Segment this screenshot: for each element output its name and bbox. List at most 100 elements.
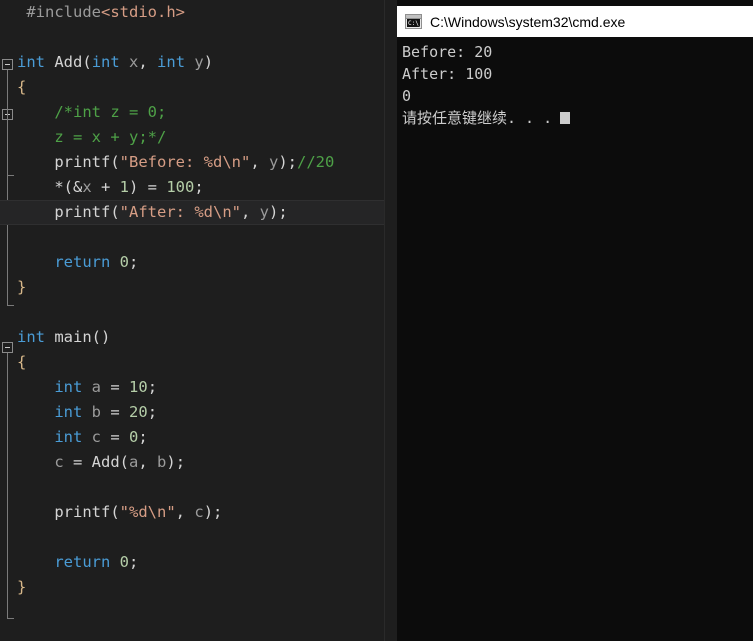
code-token: 20 <box>129 403 148 421</box>
code-line[interactable] <box>0 25 397 50</box>
code-token: 10 <box>129 378 148 396</box>
code-token: ; <box>138 428 148 446</box>
code-token: x <box>129 53 139 71</box>
code-line[interactable]: *(&x + 1) = 100; <box>0 175 397 200</box>
code-line[interactable] <box>0 300 397 325</box>
code-token: ( <box>110 503 120 521</box>
code-line[interactable]: int main() <box>0 325 397 350</box>
code-line[interactable]: { <box>0 75 397 100</box>
code-lines-container[interactable]: #include<stdio.h> int Add(int x, int y){… <box>0 0 397 641</box>
code-token: = <box>101 378 130 396</box>
code-token: return <box>54 553 111 571</box>
code-token: b <box>91 403 102 421</box>
code-token: , <box>241 203 260 221</box>
console-output-area[interactable]: Before: 20 After: 100 0 请按任意键继续. . . <box>397 37 753 641</box>
code-token: 0 <box>119 253 130 271</box>
code-token: *(& <box>54 178 83 196</box>
code-token: #include <box>26 3 101 21</box>
code-token: a <box>129 453 139 471</box>
code-line[interactable]: z = x + y;*/ <box>0 125 397 150</box>
code-token: int <box>157 53 186 71</box>
code-token: int <box>17 53 45 71</box>
code-line[interactable]: printf("After: %d\n", y); <box>0 200 397 225</box>
code-token: 0 <box>119 553 130 571</box>
code-line[interactable]: } <box>0 575 397 600</box>
code-line[interactable] <box>0 475 397 500</box>
code-line[interactable]: #include<stdio.h> <box>0 0 397 25</box>
code-token: ( <box>82 53 92 71</box>
code-token: int <box>91 53 120 71</box>
code-line[interactable]: int b = 20; <box>0 400 397 425</box>
code-token: } <box>17 578 27 596</box>
editor-scroll-strip[interactable] <box>384 0 397 641</box>
code-token: = <box>101 428 130 446</box>
code-line[interactable]: int a = 10; <box>0 375 397 400</box>
code-token: int <box>54 428 83 446</box>
code-token: 100 <box>166 178 195 196</box>
code-token: <stdio.h> <box>101 3 185 21</box>
code-line[interactable]: c = Add(a, b); <box>0 450 397 475</box>
code-token: printf <box>54 153 111 171</box>
code-token: a <box>91 378 102 396</box>
code-token: } <box>17 278 27 296</box>
cmd-console-window[interactable]: C:\_ C:\Windows\system32\cmd.exe Before:… <box>397 0 753 641</box>
code-token: ); <box>278 153 298 171</box>
code-line[interactable] <box>0 525 397 550</box>
code-line[interactable]: } <box>0 275 397 300</box>
code-token: ; <box>129 553 139 571</box>
code-line[interactable]: { <box>0 350 397 375</box>
code-token: { <box>17 78 27 96</box>
code-token: /*int z = 0; <box>54 103 167 121</box>
code-line[interactable]: int c = 0; <box>0 425 397 450</box>
code-token: c <box>91 428 102 446</box>
console-output-line: After: 100 <box>402 65 493 83</box>
code-token: 0 <box>129 428 139 446</box>
code-line[interactable]: printf("%d\n", c); <box>0 500 397 525</box>
console-title-bar[interactable]: C:\_ C:\Windows\system32\cmd.exe <box>397 6 753 37</box>
code-line[interactable]: printf("Before: %d\n", y);//20 <box>0 150 397 175</box>
code-editor-pane[interactable]: #include<stdio.h> int Add(int x, int y){… <box>0 0 397 641</box>
code-token: Add <box>91 453 120 471</box>
code-token: int <box>54 378 83 396</box>
code-token: c <box>194 503 204 521</box>
code-token: Add <box>54 53 83 71</box>
code-token: ) <box>203 53 214 71</box>
code-token: + <box>91 178 120 196</box>
code-token: = <box>101 403 130 421</box>
code-token: c <box>54 453 64 471</box>
code-line[interactable] <box>0 225 397 250</box>
code-token: y <box>259 203 270 221</box>
code-token: ) = <box>129 178 167 196</box>
code-line[interactable]: int Add(int x, int y) <box>0 50 397 75</box>
console-output-line: 0 <box>402 87 412 105</box>
code-line[interactable]: /*int z = 0; <box>0 100 397 125</box>
cmd-icon: C:\_ <box>405 14 422 29</box>
code-token: printf <box>54 203 111 221</box>
code-token: () <box>91 328 111 346</box>
console-cursor <box>560 112 571 124</box>
code-line[interactable]: return 0; <box>0 550 397 575</box>
code-line[interactable]: return 0; <box>0 250 397 275</box>
code-token: b <box>157 453 167 471</box>
code-token: , <box>138 53 158 71</box>
code-token: { <box>17 353 27 371</box>
code-token: return <box>54 253 111 271</box>
code-token: ( <box>119 453 130 471</box>
code-token: z = x + y;*/ <box>54 128 167 146</box>
